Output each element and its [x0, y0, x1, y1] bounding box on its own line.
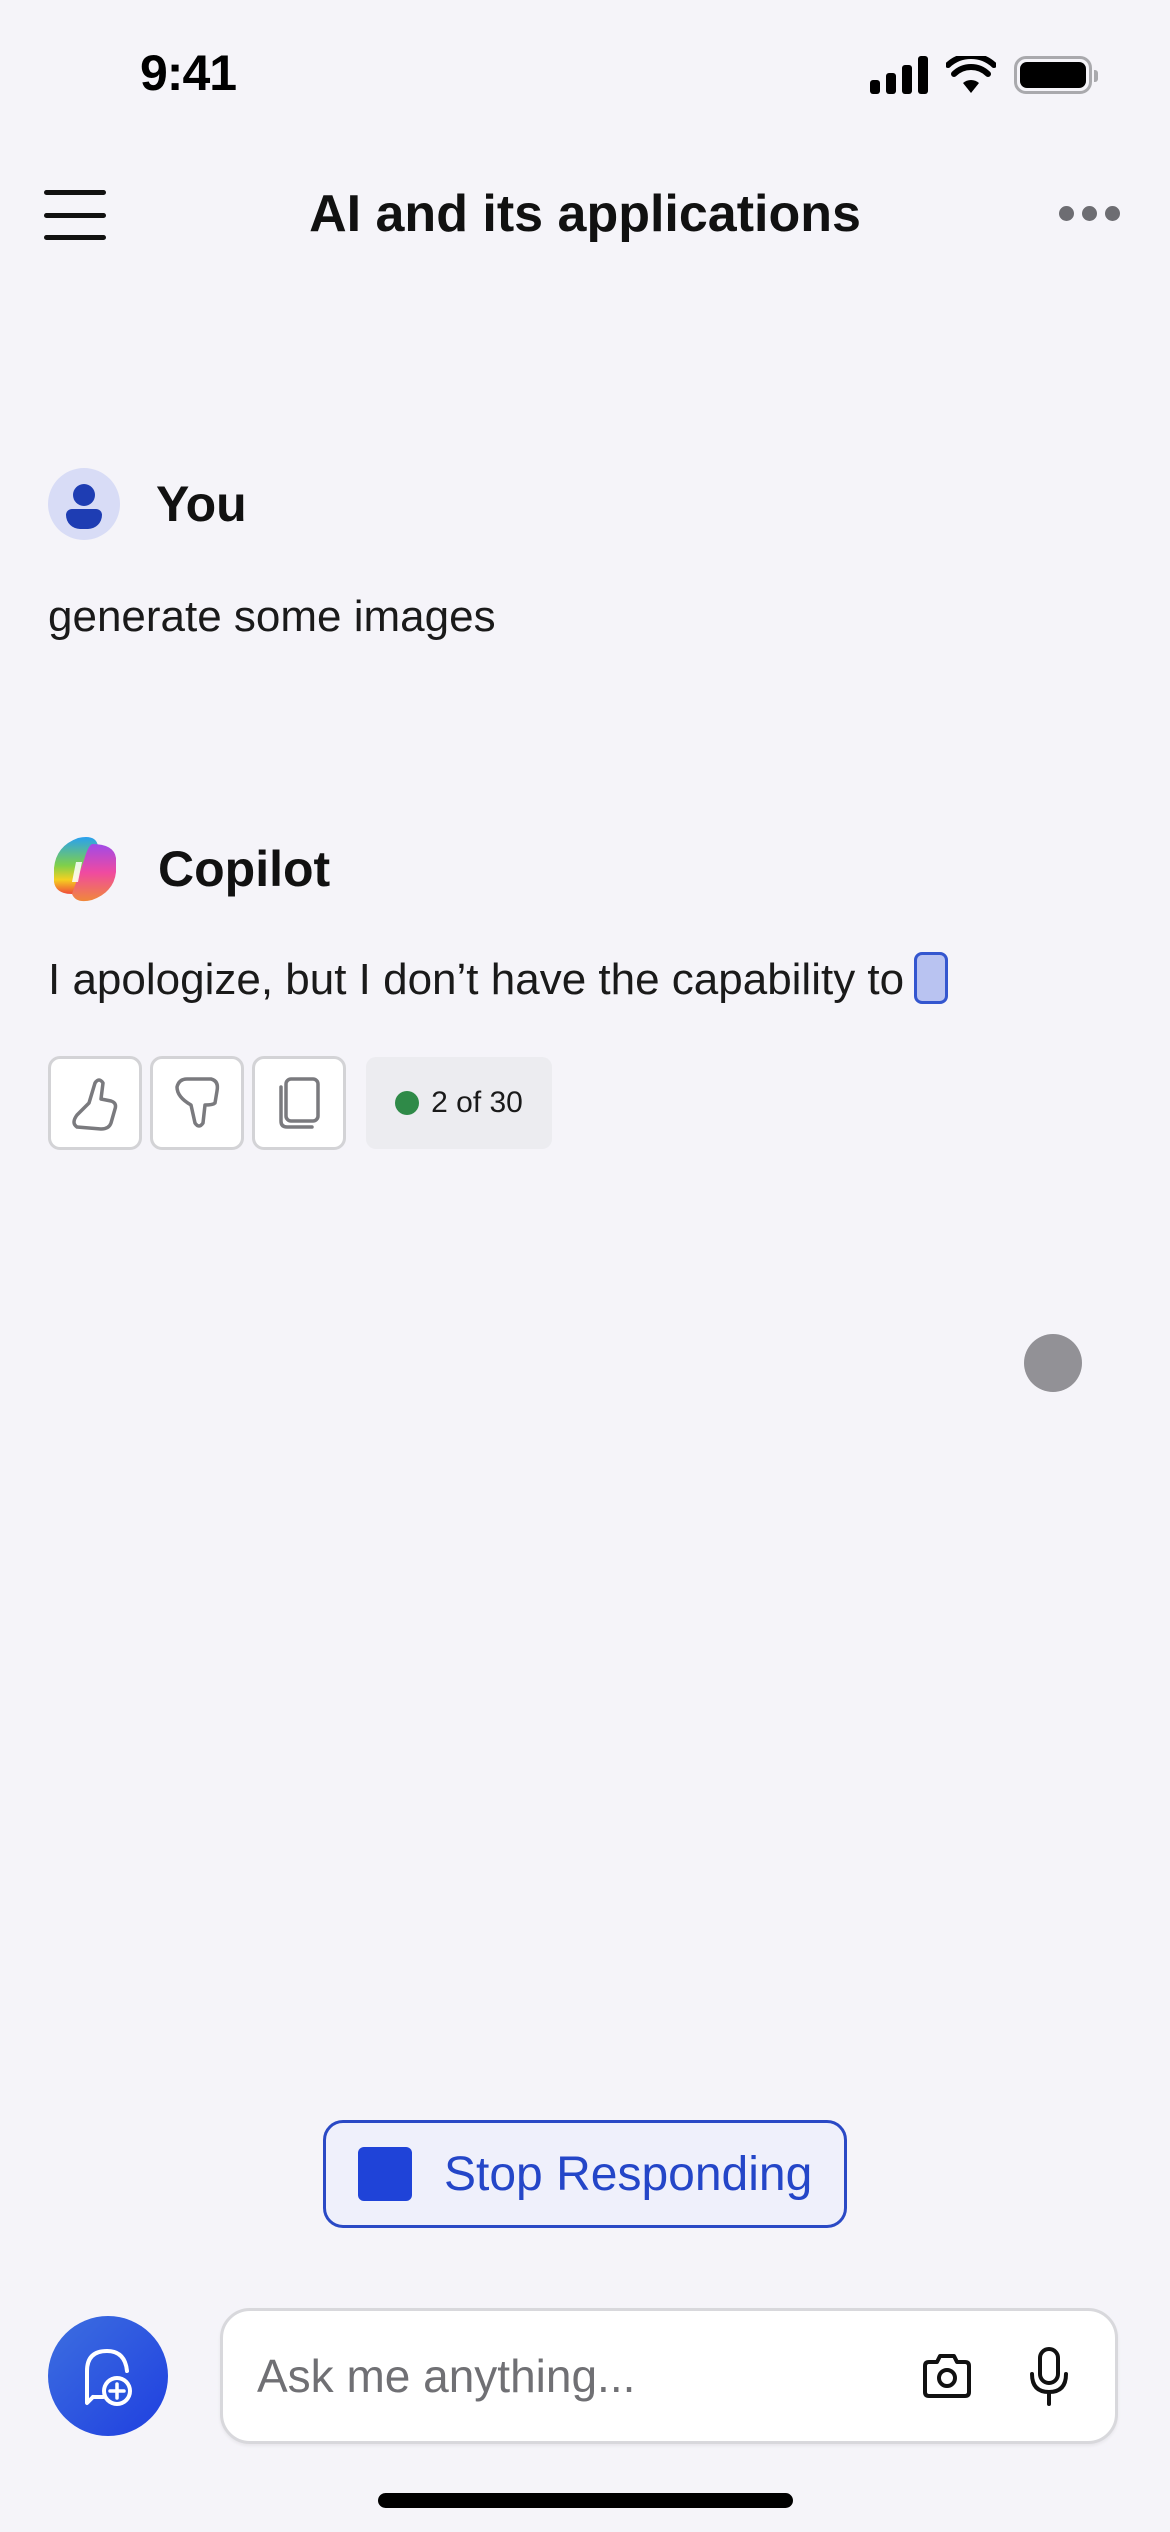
typing-indicator: [1024, 1334, 1082, 1392]
message-input[interactable]: [257, 2349, 921, 2403]
stop-square-icon: [358, 2147, 412, 2201]
user-message-text: generate some images: [48, 592, 496, 641]
status-dot-icon: [395, 1091, 420, 1115]
status-icons: [870, 56, 1098, 94]
more-options-button[interactable]: [1059, 206, 1120, 221]
wifi-icon: [946, 56, 996, 93]
person-icon: [48, 468, 120, 540]
more-horizontal-icon: [1059, 206, 1074, 221]
sender-name: You: [156, 476, 247, 532]
response-actions: 2 of 30: [48, 1056, 552, 1150]
sender-name: Copilot: [158, 841, 331, 897]
copilot-response-text: I apologize, but I don’t have the capabi…: [48, 955, 905, 1004]
battery-icon: [1014, 56, 1098, 94]
response-counter: 2 of 30: [366, 1057, 552, 1149]
streaming-cursor: [914, 952, 949, 1004]
new-chat-button[interactable]: [48, 2316, 168, 2436]
camera-icon: [923, 2354, 971, 2398]
stop-responding-button[interactable]: Stop Responding: [323, 2120, 847, 2228]
copilot-message-text: I apologize, but I don’t have the capabi…: [48, 952, 949, 1005]
new-chat-icon: [85, 2349, 132, 2406]
copy-icon: [279, 1077, 320, 1129]
cellular-signal-icon: [870, 56, 928, 94]
microphone-button[interactable]: [1027, 2346, 1071, 2406]
thumbs-up-icon: [72, 1078, 118, 1131]
status-time: 9:41: [140, 45, 237, 101]
stop-responding-label: Stop Responding: [444, 2147, 813, 2201]
composer: [220, 2308, 1118, 2444]
response-counter-text: 2 of 30: [431, 1086, 523, 1119]
dislike-button[interactable]: [150, 1056, 244, 1150]
copy-button[interactable]: [252, 1056, 346, 1150]
camera-button[interactable]: [921, 2352, 973, 2400]
copilot-message-header: Copilot: [48, 832, 330, 906]
conversation-title: AI and its applications: [309, 185, 861, 243]
home-indicator: [378, 2493, 793, 2508]
copilot-logo-icon: [54, 837, 116, 902]
thumbs-down-icon: [175, 1077, 220, 1128]
user-message-header: You: [48, 468, 247, 540]
microphone-icon: [1030, 2347, 1068, 2406]
like-button[interactable]: [48, 1056, 142, 1150]
